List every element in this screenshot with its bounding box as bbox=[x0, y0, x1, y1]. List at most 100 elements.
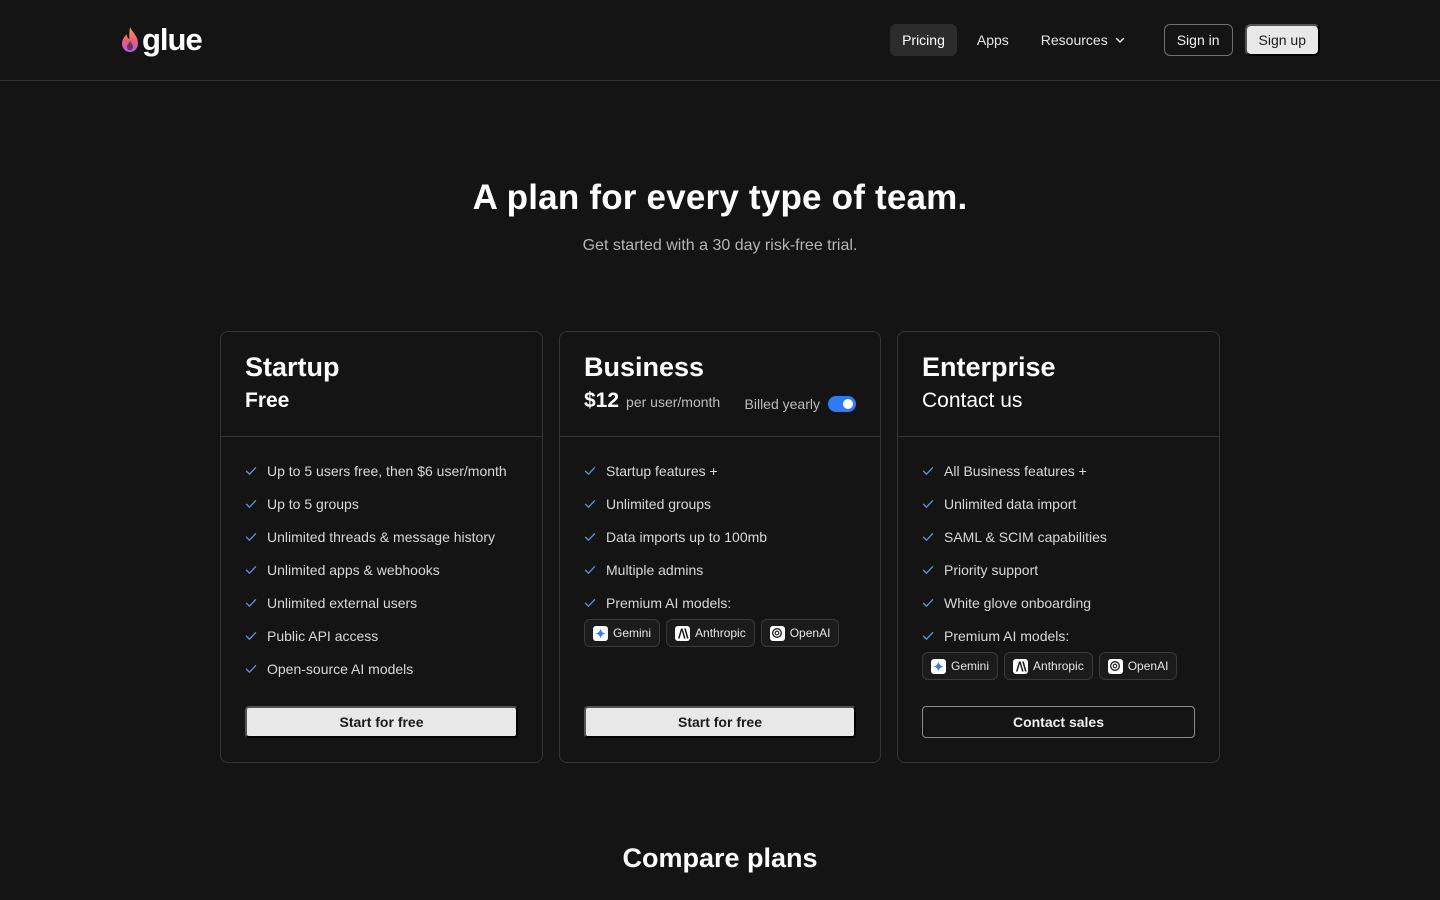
check-icon bbox=[245, 664, 257, 673]
feature-item: Multiple admins bbox=[584, 553, 856, 586]
nav-pricing[interactable]: Pricing bbox=[890, 24, 957, 56]
check-icon bbox=[922, 598, 934, 607]
check-icon bbox=[584, 565, 596, 574]
plan-price-value: Contact us bbox=[922, 389, 1023, 412]
nav-resources-label: Resources bbox=[1040, 32, 1108, 48]
feature-list: Up to 5 users free, then $6 user/month U… bbox=[221, 437, 542, 685]
check-icon bbox=[584, 532, 596, 541]
check-icon bbox=[922, 532, 934, 541]
feature-list: Startup features + Unlimited groups Data… bbox=[560, 437, 880, 647]
feature-item: Unlimited groups bbox=[584, 487, 856, 520]
openai-icon bbox=[769, 625, 785, 641]
page-title: A plan for every type of team. bbox=[472, 178, 968, 217]
check-icon bbox=[922, 565, 934, 574]
feature-item: Premium AI models: bbox=[922, 619, 1195, 652]
nav-apps[interactable]: Apps bbox=[965, 24, 1021, 56]
model-chip-openai: OpenAI bbox=[1098, 652, 1178, 680]
plan-name: Enterprise bbox=[922, 352, 1056, 382]
chevron-down-icon bbox=[1115, 37, 1124, 43]
top-nav: Pricing Apps Resources Sign in Sign up bbox=[882, 24, 1320, 56]
feature-text: Startup features + bbox=[606, 462, 718, 479]
feature-text: Up to 5 users free, then $6 user/month bbox=[267, 462, 507, 479]
check-icon bbox=[922, 466, 934, 475]
feature-text: Data imports up to 100mb bbox=[606, 528, 768, 545]
plan-price: Contact us bbox=[922, 387, 1195, 415]
feature-text: Premium AI models: bbox=[606, 594, 732, 611]
feature-text: Unlimited threads & message history bbox=[267, 528, 495, 545]
plan-name: Business bbox=[584, 352, 705, 382]
plan-card-business: Business $12 per user/month Billed yearl… bbox=[559, 331, 881, 763]
sign-up-button[interactable]: Sign up bbox=[1244, 24, 1320, 56]
site-header: glue Pricing Apps Resources Sign in Sign… bbox=[0, 0, 1440, 81]
feature-item: Startup features + bbox=[584, 454, 856, 487]
page-subtitle: Get started with a 30 day risk-free tria… bbox=[582, 237, 858, 254]
feature-item: Unlimited data import bbox=[922, 487, 1195, 520]
feature-text: Public API access bbox=[267, 627, 379, 644]
feature-text: Unlimited groups bbox=[606, 495, 712, 512]
feature-text: Priority support bbox=[944, 561, 1039, 578]
model-chip-gemini: Gemini bbox=[922, 652, 999, 680]
ai-model-list: Gemini Anthropic OpenAI bbox=[584, 619, 856, 647]
feature-item: Up to 5 users free, then $6 user/month bbox=[245, 454, 518, 487]
nav-resources[interactable]: Resources bbox=[1029, 24, 1138, 56]
feature-item: Priority support bbox=[922, 553, 1195, 586]
model-name: Anthropic bbox=[695, 626, 746, 640]
check-icon bbox=[584, 466, 596, 475]
nav-apps-label: Apps bbox=[976, 32, 1009, 48]
model-chip-anthropic: Anthropic bbox=[1004, 652, 1093, 680]
feature-text: Unlimited external users bbox=[267, 594, 418, 611]
feature-text: Up to 5 groups bbox=[267, 495, 359, 512]
feature-text: Unlimited data import bbox=[944, 495, 1077, 512]
feature-text: Unlimited apps & webhooks bbox=[267, 561, 440, 578]
feature-text: All Business features + bbox=[944, 462, 1087, 479]
feature-item: Unlimited threads & message history bbox=[245, 520, 518, 553]
feature-list: All Business features + Unlimited data i… bbox=[898, 437, 1219, 680]
model-chip-gemini: Gemini bbox=[584, 619, 661, 647]
feature-text: Premium AI models: bbox=[944, 627, 1070, 644]
plan-price-value: Free bbox=[245, 389, 290, 412]
feature-item: White glove onboarding bbox=[922, 586, 1195, 619]
check-icon bbox=[922, 499, 934, 508]
model-name: Gemini bbox=[951, 659, 990, 673]
check-icon bbox=[245, 466, 257, 475]
logo-wordmark: glue bbox=[142, 22, 203, 57]
check-icon bbox=[245, 631, 257, 640]
feature-item: All Business features + bbox=[922, 454, 1195, 487]
contact-sales-button[interactable]: Contact sales bbox=[922, 706, 1195, 738]
feature-item: Up to 5 groups bbox=[245, 487, 518, 520]
anthropic-icon bbox=[1013, 658, 1029, 674]
compare-plans-heading: Compare plans bbox=[622, 843, 818, 873]
check-icon bbox=[584, 598, 596, 607]
plan-card-enterprise: Enterprise Contact us All Business featu… bbox=[897, 331, 1220, 763]
billing-toggle-group: Billed yearly bbox=[745, 396, 856, 412]
plan-card-startup: Startup Free Up to 5 users free, then $6… bbox=[220, 331, 543, 763]
sign-in-button[interactable]: Sign in bbox=[1163, 24, 1233, 56]
feature-text: White glove onboarding bbox=[944, 594, 1092, 611]
plan-price-value: $12 bbox=[584, 389, 620, 412]
billed-yearly-toggle[interactable] bbox=[828, 396, 856, 412]
start-for-free-button[interactable]: Start for free bbox=[584, 706, 856, 738]
plan-price: Free bbox=[245, 387, 518, 415]
gemini-icon bbox=[931, 658, 946, 674]
plan-header: Startup Free bbox=[221, 332, 542, 437]
glue-logo[interactable]: glue bbox=[120, 22, 203, 58]
feature-item: Premium AI models: bbox=[584, 586, 856, 619]
model-chip-anthropic: Anthropic bbox=[666, 619, 755, 647]
check-icon bbox=[245, 499, 257, 508]
model-name: OpenAI bbox=[789, 626, 831, 640]
model-name: Gemini bbox=[613, 626, 652, 640]
start-for-free-button[interactable]: Start for free bbox=[245, 706, 518, 738]
feature-item: Unlimited external users bbox=[245, 586, 518, 619]
feature-item: Unlimited apps & webhooks bbox=[245, 553, 518, 586]
check-icon bbox=[245, 565, 257, 574]
nav-pricing-label: Pricing bbox=[902, 32, 945, 48]
ai-model-list: Gemini Anthropic OpenAI bbox=[922, 652, 1195, 680]
plan-header: Enterprise Contact us bbox=[898, 332, 1219, 437]
billing-label: Billed yearly bbox=[744, 396, 820, 412]
feature-text: Multiple admins bbox=[606, 561, 704, 578]
check-icon bbox=[922, 631, 934, 640]
plan-header: Business $12 per user/month Billed yearl… bbox=[560, 332, 880, 437]
model-chip-openai: OpenAI bbox=[760, 619, 840, 647]
openai-icon bbox=[1107, 658, 1123, 674]
check-icon bbox=[245, 532, 257, 541]
